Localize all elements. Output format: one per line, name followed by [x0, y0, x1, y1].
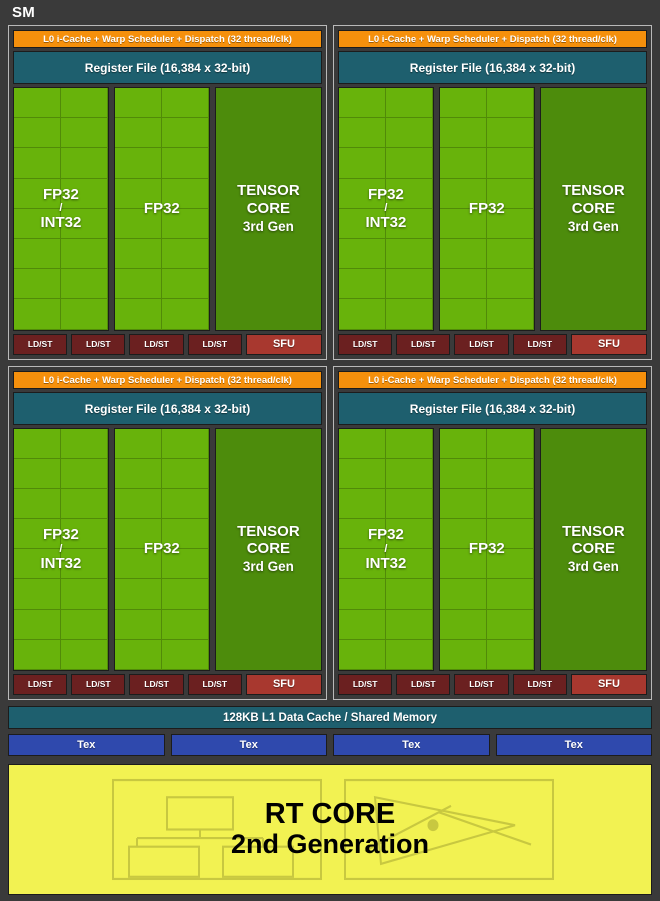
ldst-unit: LD/ST — [129, 674, 184, 695]
core-cell-grid — [339, 428, 433, 670]
tensor-core-block-1: TENSOR CORE 3rd Gen — [539, 87, 647, 331]
fp32-block-1: FP32 — [438, 87, 535, 331]
core-columns-3: FP32 / INT32 FP32 TENSOR CORE 3rd Gen — [338, 427, 647, 671]
core-cell-grid — [439, 88, 534, 330]
tex-unit-2: Tex — [333, 734, 490, 756]
sfu-unit-3: SFU — [570, 674, 648, 695]
tex-unit-3: Tex — [495, 734, 652, 756]
ldst-unit: LD/ST — [338, 333, 393, 355]
ldst-unit: LD/ST — [13, 333, 68, 355]
ldst-sfu-row-1: LD/ST LD/ST LD/ST LD/ST SFU — [338, 333, 648, 355]
core-line: CORE — [246, 199, 291, 217]
intersection-point-icon — [427, 819, 439, 832]
sm-diagram: SM L0 i-Cache + Warp Scheduler + Dispatc… — [0, 0, 660, 901]
core-line: CORE — [571, 540, 616, 558]
gen-line: 3rd Gen — [567, 218, 619, 234]
rt-core-block: RT CORE 2nd Generation — [8, 764, 652, 895]
rt-core-illustrations — [112, 778, 554, 881]
register-file-2: Register File (16,384 x 32-bit) — [13, 391, 322, 425]
core-cell-grid — [439, 428, 534, 670]
processing-block-1: L0 i-Cache + Warp Scheduler + Dispatch (… — [333, 25, 652, 360]
texture-unit-row: Tex Tex Tex Tex — [8, 734, 652, 756]
processing-block-0: L0 i-Cache + Warp Scheduler + Dispatch (… — [8, 25, 327, 360]
core-cell-grid — [114, 88, 209, 330]
tex-unit-0: Tex — [8, 734, 165, 756]
tensor-line: TENSOR — [562, 182, 625, 200]
gen-line: 3rd Gen — [242, 218, 294, 234]
tensor-core-label-0: TENSOR CORE 3rd Gen — [237, 182, 300, 235]
ldst-unit: LD/ST — [71, 674, 126, 695]
fp32-block-0: FP32 — [113, 87, 210, 331]
core-line: CORE — [571, 199, 616, 217]
page-title: SM — [12, 4, 36, 21]
register-file-3: Register File (16,384 x 32-bit) — [338, 391, 647, 425]
tensor-core-label-3: TENSOR CORE 3rd Gen — [562, 523, 625, 576]
tensor-line: TENSOR — [562, 522, 625, 540]
ldst-unit: LD/ST — [71, 333, 126, 355]
dispatch-bar-1: L0 i-Cache + Warp Scheduler + Dispatch (… — [338, 30, 647, 48]
fp32-int32-block-3: FP32 / INT32 — [338, 427, 434, 671]
tensor-core-label-1: TENSOR CORE 3rd Gen — [562, 182, 625, 235]
fp32-int32-block-2: FP32 / INT32 — [13, 427, 109, 671]
core-cell-grid — [114, 428, 209, 670]
dispatch-bar-3: L0 i-Cache + Warp Scheduler + Dispatch (… — [338, 370, 647, 389]
tex-unit-1: Tex — [170, 734, 327, 756]
ldst-unit: LD/ST — [512, 333, 567, 355]
sfu-unit-1: SFU — [570, 333, 648, 355]
ldst-sfu-row-0: LD/ST LD/ST LD/ST LD/ST SFU — [13, 333, 323, 355]
ldst-unit: LD/ST — [396, 674, 451, 695]
register-file-0: Register File (16,384 x 32-bit) — [13, 51, 322, 84]
ldst-unit: LD/ST — [338, 674, 393, 695]
processing-block-3: L0 i-Cache + Warp Scheduler + Dispatch (… — [333, 365, 652, 700]
sfu-unit-2: SFU — [245, 674, 323, 695]
tensor-core-block-0: TENSOR CORE 3rd Gen — [214, 87, 322, 331]
fp32-block-3: FP32 — [438, 427, 535, 671]
ray-triangle-intersection-icon — [344, 778, 554, 881]
tensor-line: TENSOR — [237, 182, 300, 200]
processing-block-grid: L0 i-Cache + Warp Scheduler + Dispatch (… — [8, 25, 652, 700]
register-file-1: Register File (16,384 x 32-bit) — [338, 51, 647, 84]
dispatch-bar-2: L0 i-Cache + Warp Scheduler + Dispatch (… — [13, 370, 322, 389]
gen-line: 3rd Gen — [567, 559, 619, 575]
fp32-int32-block-0: FP32 / INT32 — [13, 87, 109, 331]
ldst-unit: LD/ST — [454, 333, 509, 355]
processing-block-2: L0 i-Cache + Warp Scheduler + Dispatch (… — [8, 365, 327, 700]
core-line: CORE — [246, 540, 291, 558]
ldst-unit: LD/ST — [187, 333, 242, 355]
ldst-sfu-row-3: LD/ST LD/ST LD/ST LD/ST SFU — [338, 674, 648, 695]
tensor-core-block-2: TENSOR CORE 3rd Gen — [214, 427, 322, 671]
ldst-unit: LD/ST — [187, 674, 242, 695]
core-cell-grid — [14, 88, 108, 330]
gen-line: 3rd Gen — [242, 559, 294, 575]
tensor-core-block-3: TENSOR CORE 3rd Gen — [539, 427, 647, 671]
fp32-block-2: FP32 — [113, 427, 210, 671]
ldst-unit: LD/ST — [13, 674, 68, 695]
ldst-unit: LD/ST — [129, 333, 184, 355]
core-columns-1: FP32 / INT32 FP32 TENSOR CORE 3rd Gen — [338, 87, 647, 331]
l1-data-cache-bar: 128KB L1 Data Cache / Shared Memory — [8, 706, 652, 729]
ldst-unit: LD/ST — [512, 674, 567, 695]
core-columns-0: FP32 / INT32 FP32 TENSOR CORE 3rd Gen — [13, 87, 322, 331]
dispatch-bar-0: L0 i-Cache + Warp Scheduler + Dispatch (… — [13, 30, 322, 48]
core-columns-2: FP32 / INT32 FP32 TENSOR CORE 3rd Gen — [13, 427, 322, 671]
core-cell-grid — [339, 88, 433, 330]
tensor-line: TENSOR — [237, 522, 300, 540]
ldst-unit: LD/ST — [454, 674, 509, 695]
ldst-sfu-row-2: LD/ST LD/ST LD/ST LD/ST SFU — [13, 674, 323, 695]
core-cell-grid — [14, 428, 108, 670]
fp32-int32-block-1: FP32 / INT32 — [338, 87, 434, 331]
tensor-core-label-2: TENSOR CORE 3rd Gen — [237, 523, 300, 576]
bvh-tree-icon — [112, 778, 322, 881]
ldst-unit: LD/ST — [396, 333, 451, 355]
sfu-unit-0: SFU — [245, 333, 323, 355]
